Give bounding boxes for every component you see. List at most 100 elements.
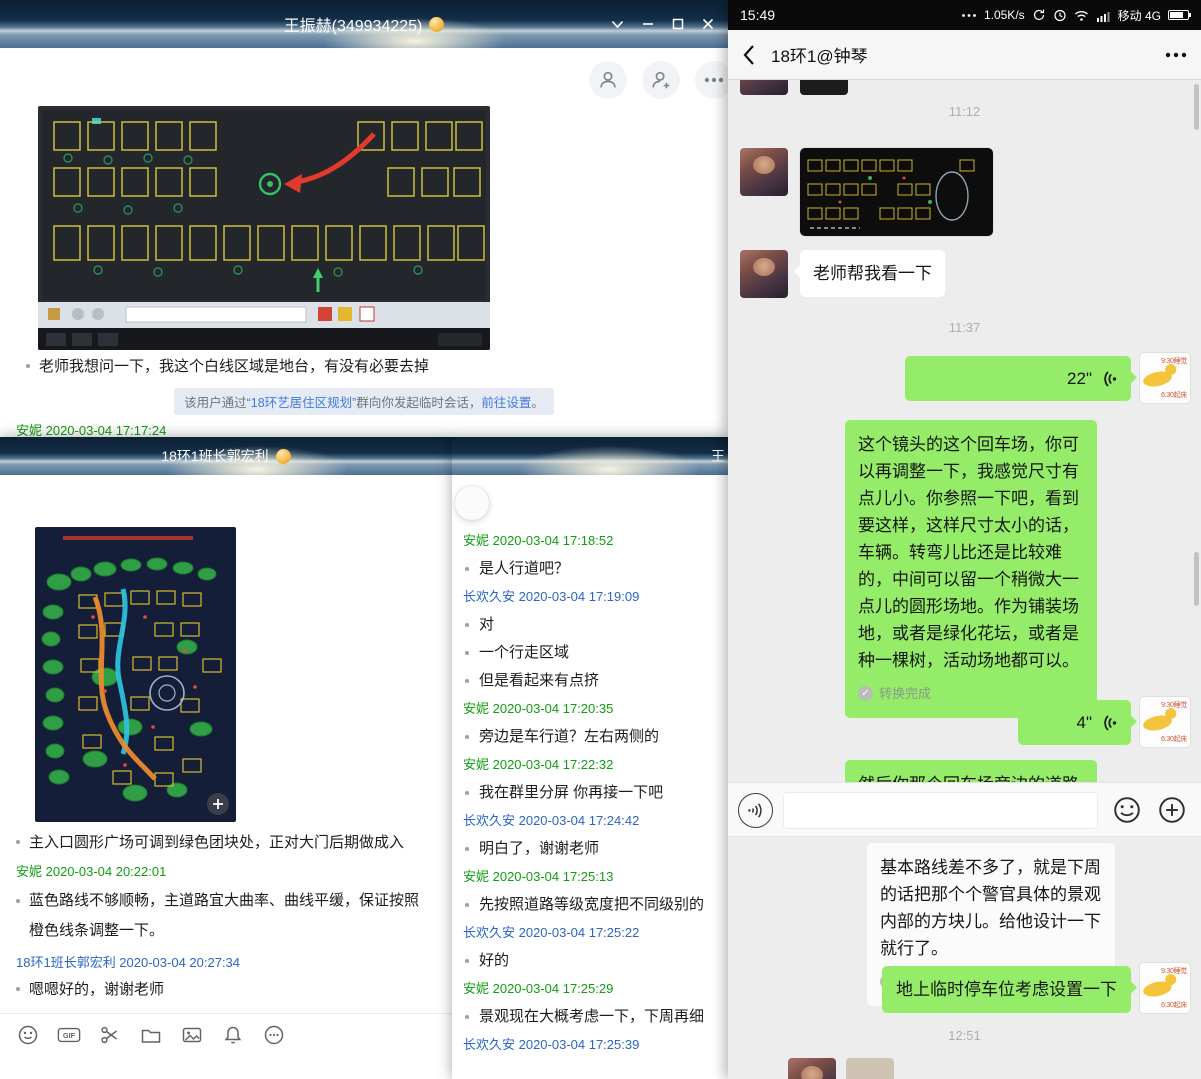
message-line: 是人行道吧？ (452, 555, 728, 583)
shake-bell-icon[interactable] (221, 1023, 245, 1047)
scrollbar[interactable] (1194, 84, 1199, 130)
avatar[interactable] (740, 80, 788, 95)
qq-window-guohongli: 18环1班长郭宏利 (0, 437, 452, 1079)
sleep-sticker-avatar[interactable]: 9:30睡觉 6:30起床 (1140, 353, 1190, 403)
plus-circle-icon (1157, 795, 1187, 825)
more-horizontal-icon (704, 77, 724, 83)
qq-window-wangzhenhe: 王振赫(349934225) (0, 0, 728, 437)
smiley-icon (1112, 795, 1142, 825)
close-icon[interactable] (702, 18, 714, 30)
message-text: 老师我想问一下，我这个白线区域是地台，有没有必要去掉 (39, 355, 429, 376)
chat-title: 18环1@钟琴 (771, 42, 868, 67)
timestamp: 11:37 (728, 320, 1201, 335)
cad-image-message[interactable] (800, 148, 993, 236)
picture-icon[interactable] (180, 1023, 204, 1047)
message-input[interactable] (783, 792, 1098, 829)
add-friend-button[interactable] (642, 61, 680, 99)
bullet-dot (16, 840, 20, 844)
wechat-input-bar (728, 782, 1201, 837)
sender-name-time: 安妮 2020-03-04 17:25:29 (452, 975, 728, 1003)
message-line: 但是看起来有点挤 (452, 667, 728, 695)
message-line: 对 (452, 611, 728, 639)
nav-more-icon[interactable] (1165, 52, 1187, 58)
status-time: 15:49 (740, 7, 775, 23)
wechat-panel: 15:49 1.05K/s 移动 4G 18环1@钟琴 11:12 (728, 0, 1201, 1079)
voice-wave-icon (1099, 713, 1119, 733)
goto-settings-link[interactable]: 前往设置 (481, 396, 531, 410)
emoji-button[interactable] (1112, 795, 1142, 830)
avatar[interactable] (788, 1058, 836, 1079)
floating-button[interactable] (454, 485, 490, 521)
voice-transcript-bubble: 这个镜头的这个回车场，你可以再调整一下，我感觉尺寸有点儿小。你参照一下吧，看到要… (845, 420, 1097, 718)
voice-transcript-bubble: 然后你那个回车场旁边的道路都调 (845, 760, 1097, 782)
sender-name-time: 长欢久安 2020-03-04 17:19:09 (452, 583, 728, 611)
sticker-text-2: 6:30起床 (1161, 390, 1187, 400)
alarm-clock-icon (1053, 8, 1067, 22)
file-folder-icon[interactable] (139, 1023, 163, 1047)
sender-name-time: 长欢久安 2020-03-04 17:24:42 (452, 807, 728, 835)
group-name-link[interactable]: “18环艺居住区规划” (247, 396, 357, 410)
cad-screenshot-image[interactable] (38, 106, 490, 350)
back-icon[interactable] (742, 44, 755, 66)
message-text: 主入口圆形广场可调到绿色团块处，正对大门后期做成入 (29, 831, 404, 852)
convert-label: 转换完成 (879, 680, 931, 707)
screen: 王振赫(349934225) (0, 0, 1201, 1079)
temp-session-notice: 该用户通过“18环艺居住区规划”群向你发起临时会话，前往设置。 (0, 388, 728, 415)
message-line: 旁边是车行道？左右两侧的 (452, 723, 728, 751)
message-line: 主入口圆形广场可调到绿色团块处，正对大门后期做成入 (16, 831, 444, 852)
avatar[interactable] (740, 250, 788, 298)
voice-wave-icon (1099, 369, 1119, 389)
window2-titlebar[interactable]: 18环1班长郭宏利 (0, 437, 452, 475)
received-text-bubble: 老师帮我看一下 (800, 250, 945, 297)
emoji-icon[interactable] (16, 1023, 40, 1047)
gif-icon[interactable]: GIF (57, 1023, 81, 1047)
cad-plan-drawing (35, 527, 236, 822)
minimize-icon[interactable] (642, 18, 654, 30)
sender-name-time: 安妮 2020-03-04 17:20:35 (452, 695, 728, 723)
partial-transcript: 然后你那个回车场旁边的道路都调 (845, 760, 1097, 782)
window2-title: 18环1班长郭宏利 (161, 446, 268, 466)
sender-name-time: 安妮 2020-03-04 17:22:32 (452, 751, 728, 779)
sender-name-time: 安妮 2020-03-04 17:18:52 (452, 527, 728, 555)
wifi-icon (1074, 9, 1089, 22)
maximize-icon[interactable] (672, 18, 684, 30)
window1-title: 王振赫(349934225) (284, 12, 423, 36)
voice-toggle-button[interactable] (738, 793, 773, 828)
sender-name-time: 安妮 2020-03-04 17:25:13 (452, 863, 728, 891)
bullet-dot (16, 987, 20, 991)
profile-button[interactable] (589, 61, 627, 99)
partial-image[interactable] (846, 1058, 894, 1079)
voice-duration: 22" (1067, 366, 1092, 391)
sticker-figure (1142, 369, 1173, 389)
sent-text-bubble: 地上临时停车位考虑设置一下 (882, 966, 1131, 1013)
message-text: 地上临时停车位考虑设置一下 (896, 980, 1117, 999)
cad-plan-image[interactable] (35, 527, 236, 822)
more-attach-button[interactable] (1157, 795, 1187, 830)
chat-history-list: 安妮 2020-03-04 17:18:52 是人行道吧？ 长欢久安 2020-… (452, 527, 728, 1059)
svg-text:GIF: GIF (63, 1031, 76, 1040)
sender-name-time: 长欢久安 2020-03-04 17:25:22 (452, 919, 728, 947)
screenshot-scissors-icon[interactable] (98, 1023, 122, 1047)
sound-wave-icon (746, 801, 765, 820)
sent-voice-message[interactable]: 4" (1018, 700, 1131, 745)
notice-prefix: 该用户通过 (184, 396, 247, 410)
timestamp: 12:51 (728, 1028, 1201, 1043)
sleep-sticker-avatar[interactable]: 9:30睡觉 6:30起床 (1140, 697, 1190, 747)
battery-icon (1168, 10, 1189, 20)
partial-previous-message (728, 80, 1201, 95)
message-line: 蓝色路线不够顺畅，主道路宜大曲率、曲线平缓，保证按照橙色线条调整一下。 (16, 886, 420, 946)
sent-voice-message[interactable]: 22" (905, 356, 1131, 401)
wechat-navbar: 18环1@钟琴 (728, 30, 1201, 80)
window1-titlebar[interactable]: 王振赫(349934225) (0, 0, 728, 48)
message-text: 蓝色路线不够顺畅，主道路宜大曲率、曲线平缓，保证按照橙色线条调整一下。 (29, 892, 419, 939)
more-tools-icon[interactable] (262, 1023, 286, 1047)
chevron-down-icon[interactable] (611, 20, 624, 29)
sleep-sticker-avatar[interactable]: 9:30睡觉 6:30起床 (1140, 963, 1190, 1013)
signal-bars-icon (1096, 9, 1111, 22)
cad-screenshot-drawing (38, 106, 490, 350)
partial-image[interactable] (800, 80, 848, 95)
scrollbar[interactable] (1194, 552, 1199, 606)
window3-titlebar[interactable]: 王 (452, 437, 728, 475)
message-line: 老师我想问一下，我这个白线区域是地台，有没有必要去掉 (26, 355, 586, 376)
avatar[interactable] (740, 148, 788, 196)
